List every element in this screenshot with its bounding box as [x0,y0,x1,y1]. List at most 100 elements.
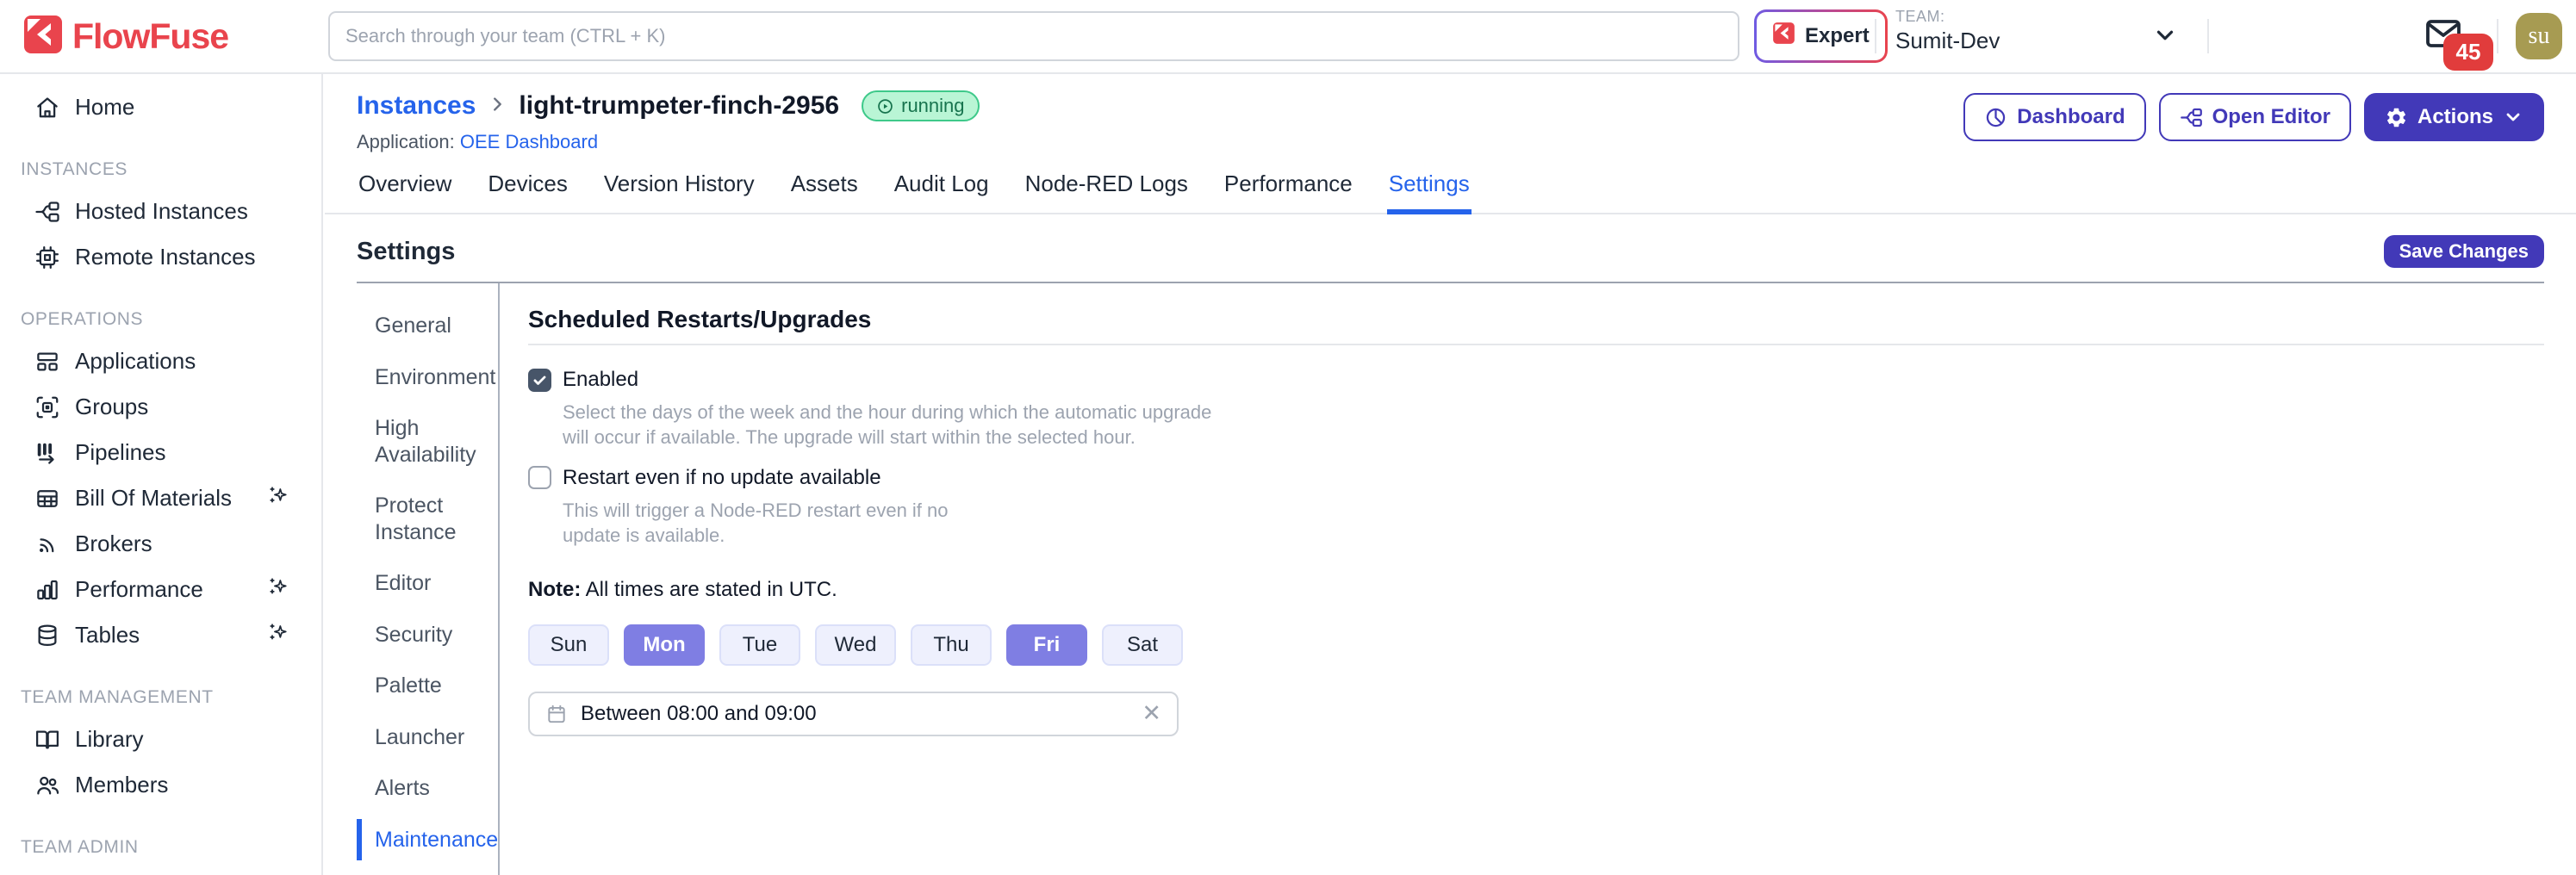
tables-icon [34,623,60,648]
team-name: Sumit-Dev [1895,28,2000,54]
notification-count-badge[interactable]: 45 [2443,34,2493,71]
sidebar-item-label: Performance [75,576,203,603]
tab-performance[interactable]: Performance [1223,165,1354,213]
application-label: Application: [357,131,455,152]
sidebar-item-label: Pipelines [75,439,166,466]
sidebar-item-applications[interactable]: Applications [0,338,321,384]
subnav-protect-instance[interactable]: Protect Instance [357,493,498,545]
sidebar-item-library[interactable]: Library [0,717,321,762]
status-badge: running [862,90,979,121]
sidebar-item-pipelines[interactable]: Pipelines [0,430,321,475]
day-button-wed[interactable]: Wed [815,624,896,666]
sparkle-icon [266,574,290,605]
instance-header: Instances light-trumpeter-finch-2956 run… [325,74,2576,153]
tab-audit-log[interactable]: Audit Log [893,165,991,213]
tab-version-history[interactable]: Version History [602,165,756,213]
chevron-down-icon [2503,107,2523,127]
enabled-checkbox-label[interactable]: Enabled [563,368,638,392]
subnav-maintenance[interactable]: Maintenance [357,827,498,853]
maintenance-form: Scheduled Restarts/Upgrades Enabled Sele… [500,283,2544,875]
sidebar-item-label: Remote Instances [75,244,256,270]
header-separator [2497,19,2498,53]
sidebar-item-label: Hosted Instances [75,198,248,225]
sidebar-item-remote-instances[interactable]: Remote Instances [0,234,321,280]
node-editor-icon [2180,106,2203,129]
avatar[interactable]: su [2516,13,2562,59]
enabled-checkbox[interactable] [528,369,551,392]
sidebar-section-team-admin: TEAM ADMIN [0,837,321,858]
team-label: TEAM: [1895,8,2000,26]
sidebar-item-label: Members [75,772,168,798]
day-selector: Sun Mon Tue Wed Thu Fri Sat [528,624,2544,666]
sidebar-item-label: Applications [75,348,196,375]
restart-checkbox-label[interactable]: Restart even if no update available [563,466,881,490]
members-icon [34,773,60,798]
sidebar-item-bill-of-materials[interactable]: Bill Of Materials [0,475,321,521]
chevron-right-icon [488,95,507,118]
day-button-sun[interactable]: Sun [528,624,609,666]
search-input[interactable] [328,11,1739,61]
sparkle-icon [266,483,290,513]
flowfuse-logo: FlowFuse [22,14,228,59]
sparkle-icon [266,620,290,650]
gear-icon [2385,106,2408,129]
section-divider [528,344,2544,345]
restart-description: This will trigger a Node-RED restart eve… [563,498,993,549]
subnav-launcher[interactable]: Launcher [357,724,498,751]
sidebar-item-performance[interactable]: Performance [0,567,321,612]
sidebar-item-members[interactable]: Members [0,762,321,808]
tab-node-red-logs[interactable]: Node-RED Logs [1024,165,1190,213]
day-button-fri[interactable]: Fri [1006,624,1087,666]
top-bar: FlowFuse Expert TEAM: Sumit-Dev 45 su [0,0,2576,74]
sidebar-item-hosted-instances[interactable]: Hosted Instances [0,189,321,234]
day-button-sat[interactable]: Sat [1102,624,1183,666]
team-selector[interactable]: TEAM: Sumit-Dev [1895,8,2000,54]
header-separator [1875,19,1876,53]
subnav-environment[interactable]: Environment [357,364,498,391]
subnav-security[interactable]: Security [357,622,498,648]
tab-settings[interactable]: Settings [1387,165,1472,214]
subnav-editor[interactable]: Editor [357,570,498,597]
tab-overview[interactable]: Overview [357,165,453,213]
note-label: Note: [528,578,581,601]
expert-label: Expert [1805,24,1870,48]
applications-icon [34,349,60,375]
save-changes-button[interactable]: Save Changes [2384,235,2544,268]
brokers-icon [34,531,60,557]
sidebar-item-home[interactable]: Home [0,84,321,130]
dashboard-button[interactable]: Dashboard [1963,93,2145,141]
chevron-down-icon[interactable] [2152,22,2178,53]
breadcrumb-instances-link[interactable]: Instances [357,91,476,121]
sidebar-item-brokers[interactable]: Brokers [0,521,321,567]
subnav-alerts[interactable]: Alerts [357,775,498,802]
day-button-mon[interactable]: Mon [624,624,705,666]
tab-assets[interactable]: Assets [789,165,860,213]
sidebar-item-label: Library [75,726,143,753]
library-icon [34,727,60,753]
note-text: All times are stated in UTC. [586,578,837,601]
subnav-palette[interactable]: Palette [357,673,498,699]
subnav-high-availability[interactable]: High Availability [357,415,498,468]
play-circle-icon [876,97,894,115]
application-link[interactable]: OEE Dashboard [460,131,598,152]
dashboard-button-label: Dashboard [2017,105,2125,129]
subnav-general[interactable]: General [357,313,498,339]
flowfuse-logo-icon [22,14,64,59]
day-button-tue[interactable]: Tue [719,624,800,666]
restart-checkbox[interactable] [528,466,551,489]
actions-button[interactable]: Actions [2364,93,2544,141]
bill-of-materials-icon [34,486,60,512]
performance-icon [34,577,60,603]
page-title: Settings [357,238,455,266]
open-editor-button[interactable]: Open Editor [2159,93,2351,141]
sidebar-item-tables[interactable]: Tables [0,612,321,658]
expert-logo-icon [1772,22,1795,51]
tab-devices[interactable]: Devices [486,165,569,213]
time-window-select[interactable]: Between 08:00 and 09:00 ✕ [528,692,1179,736]
sidebar-section-operations: OPERATIONS [0,309,321,330]
day-button-thu[interactable]: Thu [911,624,992,666]
sidebar-item-groups[interactable]: Groups [0,384,321,430]
expert-button[interactable]: Expert [1754,9,1888,63]
clear-time-icon[interactable]: ✕ [1142,700,1161,727]
header-action-buttons: Dashboard Open Editor Actions [1963,93,2544,141]
